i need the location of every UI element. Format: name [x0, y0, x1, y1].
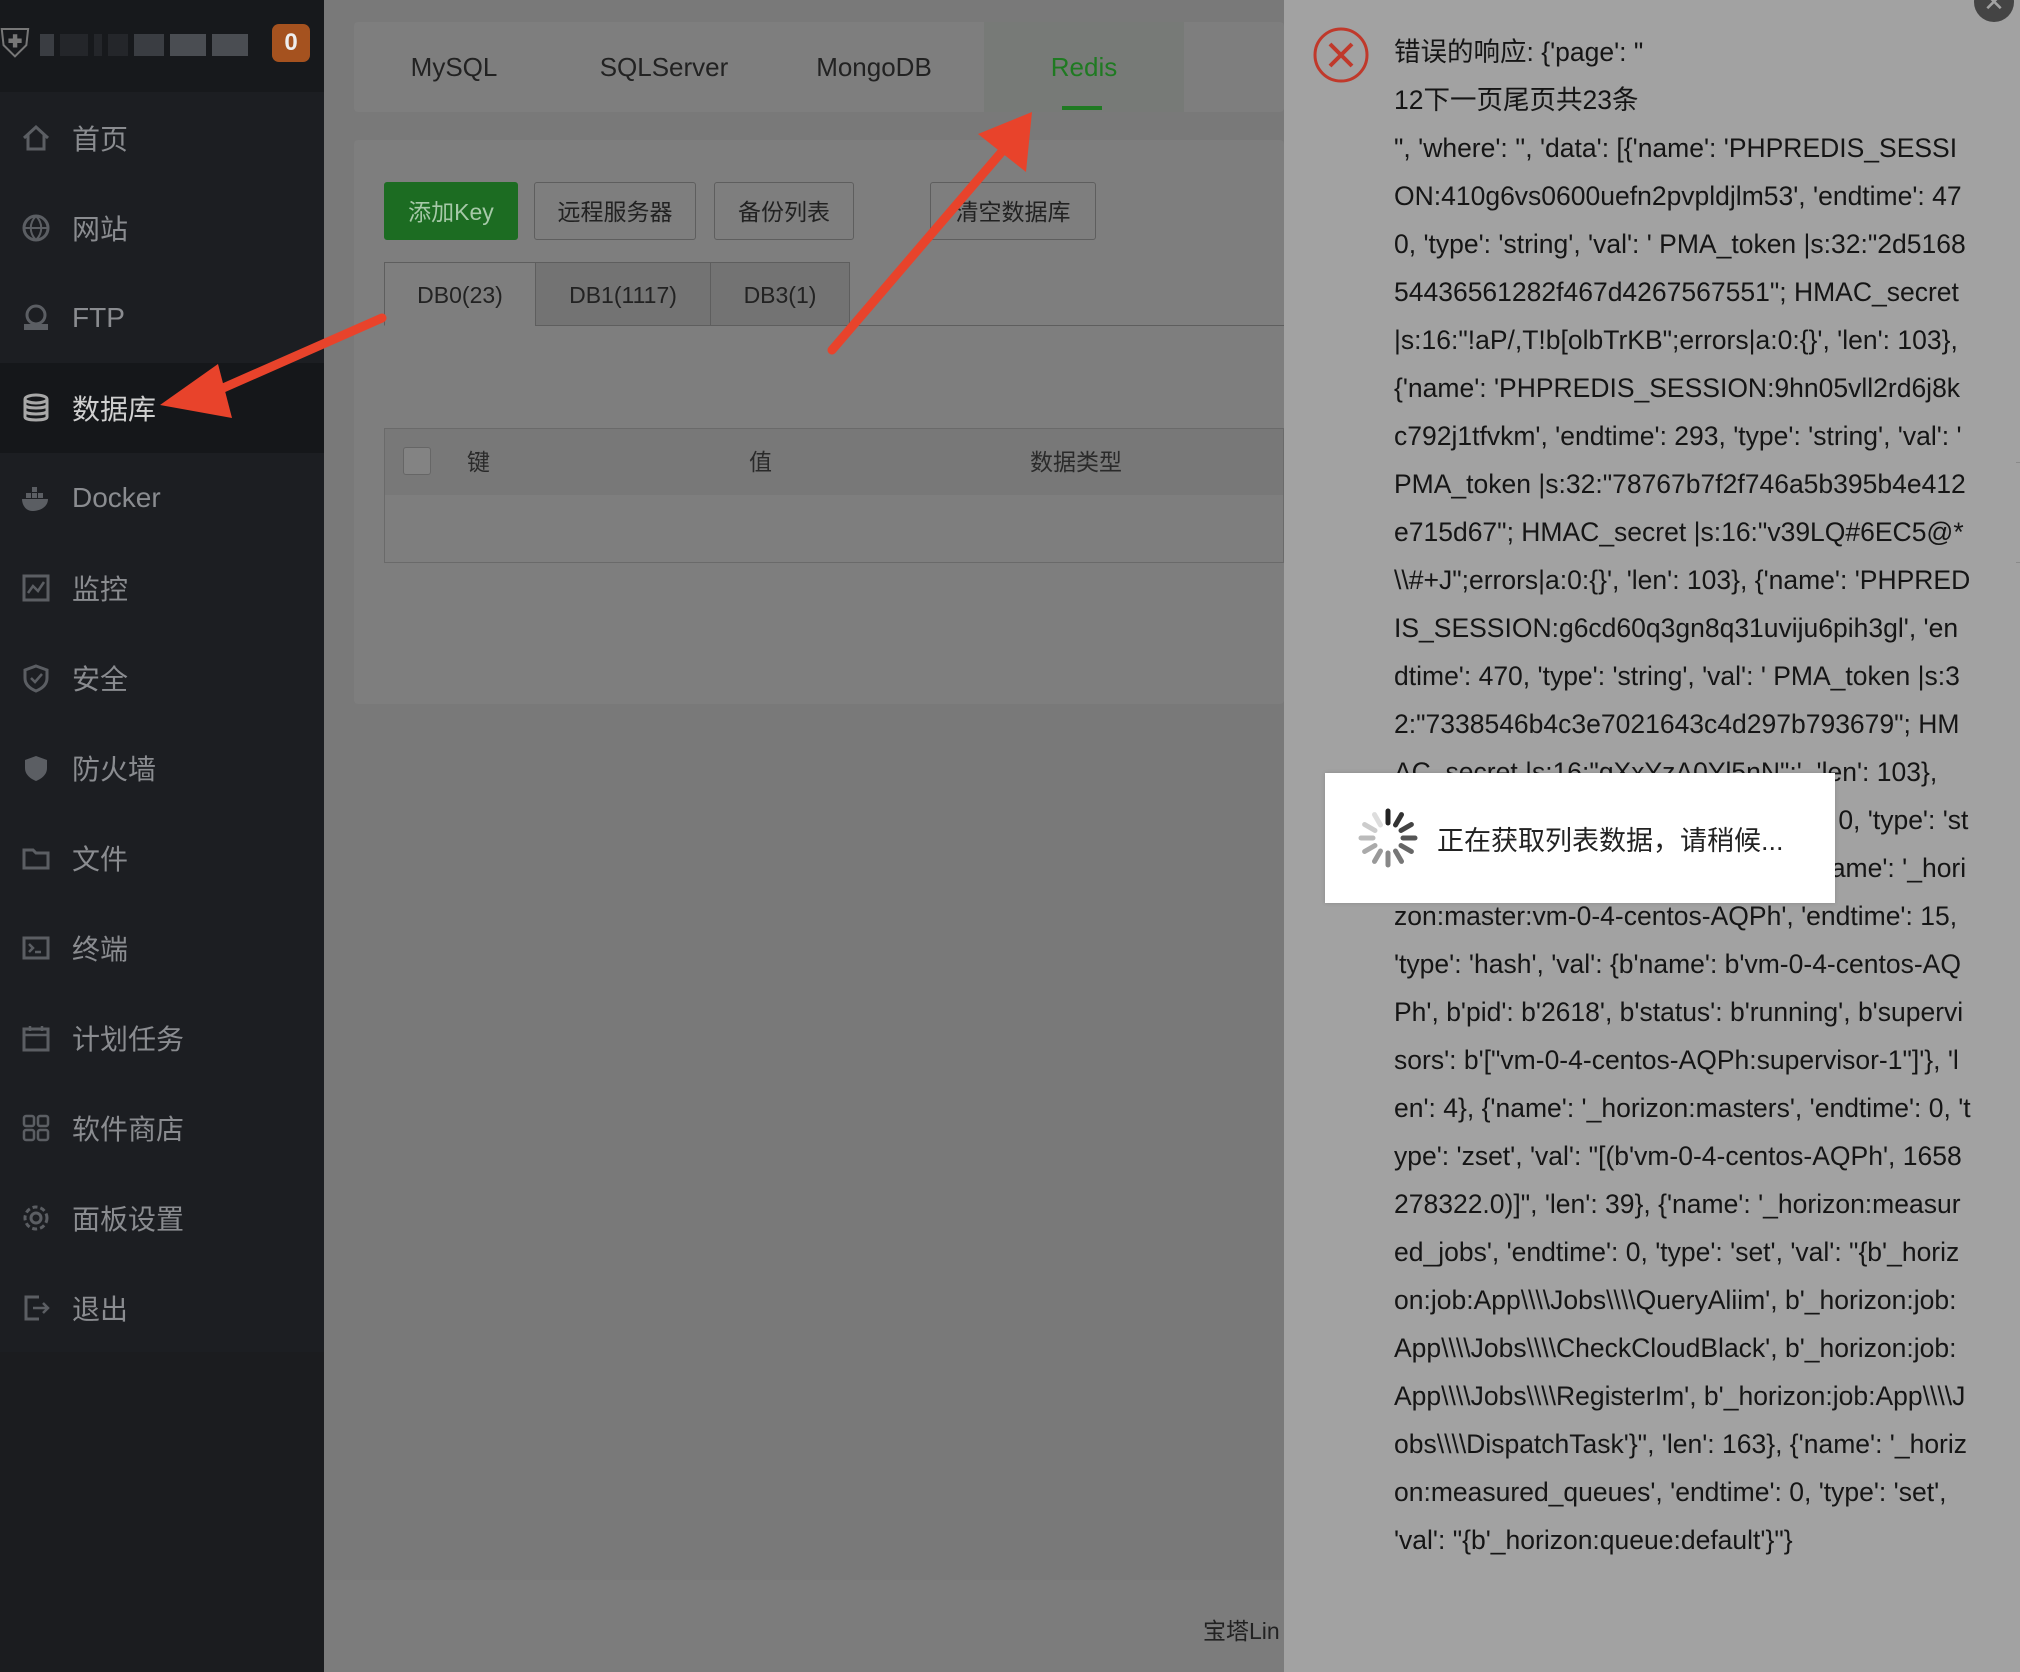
- remote-server-button[interactable]: 远程服务器: [534, 182, 696, 240]
- loading-message: 正在获取列表数据，请稍候...: [1437, 826, 1784, 856]
- sidebar-item-app-store[interactable]: 软件商店: [0, 1083, 324, 1173]
- sidebar-item-home[interactable]: 首页: [0, 93, 324, 183]
- sidebar-item-firewall[interactable]: 防火墙: [0, 723, 324, 813]
- sidebar-item-ftp[interactable]: FTP: [0, 273, 324, 363]
- gear-icon: [18, 1200, 54, 1236]
- logo-icon: ⛨: [0, 22, 30, 66]
- select-all-checkbox[interactable]: [403, 447, 431, 475]
- shield-icon: [18, 660, 54, 696]
- apps-icon: [18, 1110, 54, 1146]
- table-header: 键 值 数据类型: [384, 428, 1284, 496]
- sidebar-item-label: 安全: [72, 664, 129, 695]
- monitor-icon: [18, 570, 54, 606]
- sidebar-header: ⛨ 0: [0, 0, 324, 92]
- sidebar-item-database[interactable]: 数据库: [0, 363, 324, 453]
- calendar-icon: [18, 1020, 54, 1056]
- sidebar-item-logout[interactable]: 退出: [0, 1263, 324, 1353]
- sidebar-item-monitor[interactable]: 监控: [0, 543, 324, 633]
- sidebar-item-label: 计划任务: [72, 1024, 185, 1055]
- column-data-type[interactable]: 数据类型: [1030, 429, 1122, 495]
- sidebar-footer: [0, 1352, 324, 1672]
- sidebar-item-label: 文件: [72, 844, 129, 875]
- sidebar-item-terminal[interactable]: 终端: [0, 903, 324, 993]
- logout-icon: [18, 1290, 54, 1326]
- close-icon[interactable]: ✕: [1974, 0, 2014, 22]
- error-icon: [1313, 27, 1369, 83]
- sidebar-item-label: FTP: [72, 302, 125, 333]
- backup-list-button[interactable]: 备份列表: [714, 182, 854, 240]
- sidebar-item-label: 网站: [72, 214, 129, 245]
- table-body: [384, 495, 1284, 563]
- sidebar-item-label: 软件商店: [72, 1114, 185, 1145]
- sidebar-item-security[interactable]: 安全: [0, 633, 324, 723]
- terminal-icon: [18, 930, 54, 966]
- sidebar-item-docker[interactable]: Docker: [0, 453, 324, 543]
- copyright-footer: 宝塔Lin: [1203, 1618, 1280, 1644]
- tab-db0[interactable]: DB0(23): [384, 262, 536, 326]
- sidebar-item-cron[interactable]: 计划任务: [0, 993, 324, 1083]
- sidebar-item-label: 退出: [72, 1294, 129, 1325]
- tab-db1[interactable]: DB1(1117): [535, 262, 711, 326]
- firewall-icon: [18, 750, 54, 786]
- sidebar-item-label: 监控: [72, 574, 129, 605]
- tab-mongodb[interactable]: MongoDB: [774, 22, 974, 112]
- sidebar-item-label: Docker: [72, 482, 161, 513]
- sidebar-item-label: 终端: [72, 934, 129, 965]
- add-key-button[interactable]: 添加Key: [384, 182, 518, 240]
- database-type-tabs: MySQL SQLServer MongoDB Redis: [354, 22, 1284, 112]
- footer-bar: [324, 1580, 1284, 1672]
- docker-icon: [18, 480, 54, 516]
- user-name-redacted: [40, 34, 248, 56]
- column-key[interactable]: 键: [467, 429, 490, 495]
- divider: [2016, 462, 2020, 463]
- sidebar-item-settings[interactable]: 面板设置: [0, 1173, 324, 1263]
- globe-icon: [18, 210, 54, 246]
- ftp-icon: [18, 300, 54, 336]
- column-value[interactable]: 值: [749, 429, 772, 495]
- sidebar-item-website[interactable]: 网站: [0, 183, 324, 273]
- database-icon: [18, 390, 54, 426]
- sidebar-item-label: 首页: [72, 124, 129, 155]
- sidebar-item-label: 面板设置: [72, 1204, 185, 1235]
- divider: [2016, 562, 2020, 563]
- message-badge[interactable]: 0: [272, 24, 310, 62]
- home-icon: [18, 120, 54, 156]
- tab-mysql[interactable]: MySQL: [354, 22, 554, 112]
- sidebar-item-files[interactable]: 文件: [0, 813, 324, 903]
- tab-sqlserver[interactable]: SQLServer: [554, 22, 774, 112]
- db-tabs-divider: [850, 325, 1284, 326]
- tab-db3[interactable]: DB3(1): [710, 262, 850, 326]
- active-tab-indicator: [1062, 106, 1102, 110]
- loading-toast: 正在获取列表数据，请稍候...: [1325, 773, 1835, 903]
- loading-spinner-icon: [1358, 808, 1418, 868]
- sidebar: ⛨ 0 首页 网站 FTP 数据库 Docker 监控 安全 防火墙 文件 终端…: [0, 0, 324, 1672]
- tab-redis[interactable]: Redis: [984, 22, 1184, 112]
- sidebar-item-label: 防火墙: [72, 754, 157, 785]
- folder-icon: [18, 840, 54, 876]
- clear-database-button[interactable]: 清空数据库: [930, 182, 1096, 240]
- sidebar-item-label: 数据库: [72, 394, 157, 425]
